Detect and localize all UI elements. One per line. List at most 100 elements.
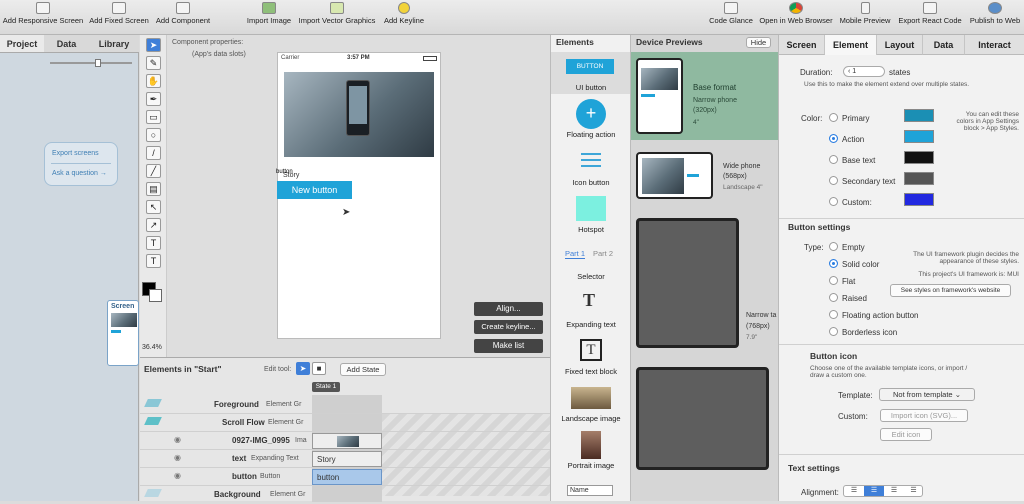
type-flat-radio[interactable]	[829, 276, 838, 285]
color-base-text-radio[interactable]	[829, 155, 838, 164]
create-keyline-dropdown[interactable]: Create keyline...	[474, 320, 543, 334]
ui-button-label[interactable]: UI button	[551, 83, 631, 92]
make-list-button[interactable]: Make list	[474, 339, 543, 353]
export-screens-link[interactable]: Export screens	[52, 150, 99, 157]
publish-to-web-button[interactable]: Publish to Web	[967, 2, 1023, 25]
type-raised-radio[interactable]	[829, 293, 838, 302]
tab-layout[interactable]: Layout	[877, 35, 923, 55]
add-component-button[interactable]: Add Component	[155, 2, 211, 25]
open-in-web-browser-button[interactable]: Open in Web Browser	[758, 2, 834, 25]
base-text-swatch[interactable]	[904, 151, 934, 164]
floating-action-plus-icon[interactable]: +	[576, 99, 606, 129]
icon-button-menu-icon[interactable]	[581, 153, 601, 169]
align-justify-icon[interactable]: ☰	[904, 486, 923, 496]
icon-button-label[interactable]: Icon button	[551, 178, 631, 187]
expanding-text-icon[interactable]: T	[583, 290, 595, 311]
tree-row-background[interactable]: Background Element Gr	[140, 486, 550, 504]
tab-library[interactable]: Library	[89, 35, 139, 53]
fixed-text-block-icon[interactable]: T	[580, 339, 602, 361]
eye-icon[interactable]: ◉	[174, 435, 181, 444]
mobile-preview-button[interactable]: Mobile Preview	[837, 2, 893, 25]
name-field[interactable]: Name	[567, 485, 613, 496]
tree-row-scroll-flow[interactable]: Scroll Flow Element Gr	[140, 414, 550, 432]
wide-tablet-preview[interactable]	[636, 367, 769, 470]
secondary-text-swatch[interactable]	[904, 172, 934, 185]
color-custom-radio[interactable]	[829, 197, 838, 206]
direct-select-tool[interactable]: ↖	[146, 200, 161, 214]
color-secondary-text-radio[interactable]	[829, 176, 838, 185]
phone-screen-canvas[interactable]: Carrier 3:57 PM Story button New button …	[276, 52, 441, 339]
narrow-phone-preview[interactable]	[636, 58, 683, 134]
tab-data[interactable]: Data	[44, 35, 89, 53]
selector-part2-tab[interactable]: Part 2	[593, 249, 613, 258]
add-keyline-button[interactable]: Add Keyline	[382, 2, 426, 25]
text-block-tool[interactable]: T	[146, 254, 161, 268]
type-borderless-icon-radio[interactable]	[829, 327, 838, 336]
import-icon-button[interactable]: Import icon (SVG)...	[880, 409, 968, 422]
import-vector-graphics-button[interactable]: Import Vector Graphics	[296, 2, 378, 25]
primary-swatch[interactable]	[904, 109, 934, 122]
tab-project[interactable]: Project	[0, 35, 44, 53]
landscape-image-icon[interactable]	[571, 387, 611, 409]
template-select[interactable]: Not from template ⌄	[879, 388, 975, 401]
line-tool[interactable]: ╱	[146, 164, 161, 178]
custom-swatch[interactable]	[904, 193, 934, 206]
wide-phone-preview[interactable]	[636, 152, 713, 199]
pen-tool[interactable]: ✒	[146, 92, 161, 106]
screen-thumbnail[interactable]: Screen	[107, 300, 139, 366]
text-state-cell[interactable]: Story	[312, 451, 382, 467]
hand-tool[interactable]: ✋	[146, 74, 161, 88]
lasso-tool[interactable]: ✎	[146, 56, 161, 70]
edit-icon-button[interactable]: Edit icon	[880, 428, 932, 441]
tab-data[interactable]: Data	[923, 35, 965, 55]
stroke-color-swatch[interactable]	[149, 289, 162, 302]
edit-select-icon[interactable]: ➤	[296, 362, 310, 375]
floating-action-label[interactable]: Floating action	[551, 130, 631, 139]
align-dropdown[interactable]: Align...	[474, 302, 543, 316]
tree-row-foreground[interactable]: Foreground Element Gr	[140, 396, 550, 414]
tab-element[interactable]: Element	[825, 35, 877, 55]
see-styles-button[interactable]: See styles on framework's website	[890, 284, 1011, 297]
landscape-image-label[interactable]: Landscape image	[551, 414, 631, 423]
add-fixed-screen-button[interactable]: Add Fixed Screen	[88, 2, 150, 25]
color-primary-radio[interactable]	[829, 113, 838, 122]
narrow-tablet-preview[interactable]	[636, 218, 739, 348]
zoom-slider[interactable]	[50, 62, 132, 64]
export-react-code-button[interactable]: Export React Code	[896, 2, 964, 25]
eye-icon[interactable]: ◉	[174, 453, 181, 462]
button-state-cell[interactable]: button	[312, 469, 382, 485]
expanding-text-label[interactable]: Expanding text	[551, 320, 631, 329]
import-image-button[interactable]: Import Image	[245, 2, 293, 25]
node-select-tool[interactable]: ↗	[146, 218, 161, 232]
tree-row-image[interactable]: ◉ 0927-IMG_0995 Ima	[140, 432, 550, 450]
selector-part1-tab[interactable]: Part 1	[565, 249, 586, 259]
ellipse-tool[interactable]: ○	[146, 128, 161, 142]
brush-tool[interactable]: /	[146, 146, 161, 160]
hotspot-swatch[interactable]	[576, 196, 606, 221]
type-solid-color-radio[interactable]	[829, 259, 838, 268]
hero-image[interactable]	[284, 72, 434, 157]
portrait-image-icon[interactable]	[581, 431, 601, 459]
edit-film-icon[interactable]: ■	[312, 362, 326, 375]
tree-row-text[interactable]: ◉ text Expanding Text Story	[140, 450, 550, 468]
action-swatch[interactable]	[904, 130, 934, 143]
type-floating-action-radio[interactable]	[829, 310, 838, 319]
code-glance-button[interactable]: Code Glance	[707, 2, 755, 25]
ask-question-link[interactable]: Ask a question →	[52, 170, 107, 177]
eye-icon[interactable]: ◉	[174, 471, 181, 480]
add-responsive-screen-button[interactable]: Add Responsive Screen	[2, 2, 84, 25]
selector-label[interactable]: Selector	[551, 272, 631, 281]
image-state-cell[interactable]	[312, 433, 382, 449]
tree-row-button[interactable]: ◉ button Button button	[140, 468, 550, 486]
align-left-icon[interactable]: ☰	[844, 486, 864, 496]
align-center-icon[interactable]: ☰	[864, 486, 884, 496]
align-right-icon[interactable]: ☰	[884, 486, 904, 496]
hotspot-label[interactable]: Hotspot	[551, 225, 631, 234]
tab-screen[interactable]: Screen	[779, 35, 825, 55]
hide-button[interactable]: Hide	[746, 37, 771, 48]
rectangle-tool[interactable]: ▭	[146, 110, 161, 124]
portrait-image-label[interactable]: Portrait image	[551, 461, 631, 470]
tab-interact[interactable]: Interact	[965, 35, 1024, 55]
text-tool[interactable]: T	[146, 236, 161, 250]
add-state-button[interactable]: Add State	[340, 363, 386, 376]
